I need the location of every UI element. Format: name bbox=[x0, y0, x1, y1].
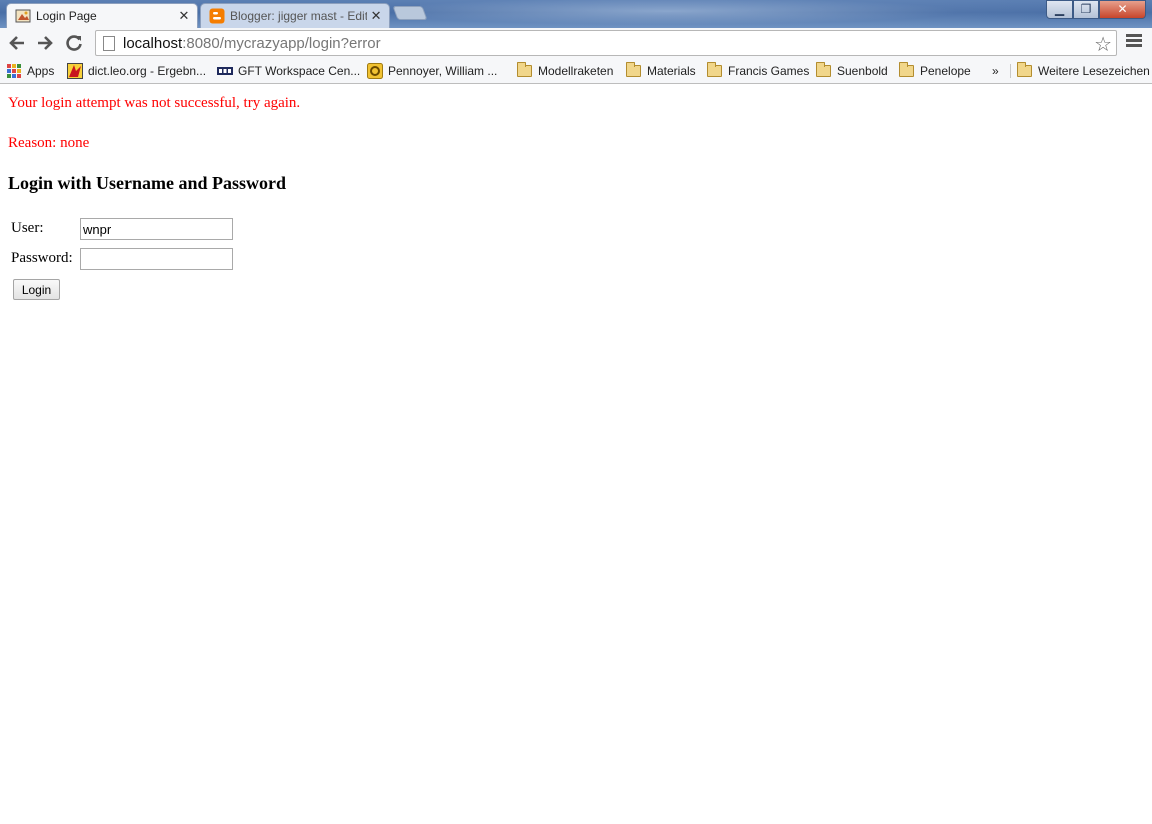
overflow-label: » bbox=[992, 64, 999, 78]
login-page-favicon-icon bbox=[15, 9, 31, 23]
address-bar[interactable]: localhost:8080/mycrazyapp/login?error ☆ bbox=[95, 30, 1117, 56]
bookmark-label: Francis Games bbox=[728, 64, 810, 78]
folder-icon bbox=[626, 62, 641, 77]
bookmark-label: Materials bbox=[647, 64, 696, 78]
titlebar-glow bbox=[420, 0, 1040, 28]
tab-close-icon[interactable]: ✕ bbox=[175, 8, 193, 24]
bookmark-folder-modellraketen[interactable]: Modellraketen bbox=[517, 62, 613, 80]
login-error-message: Your login attempt was not successful, t… bbox=[8, 95, 301, 111]
bookmarks-bar: Apps dict.leo.org - Ergebn... GFT Worksp… bbox=[0, 58, 1152, 84]
tab-blogger[interactable]: Blogger: jigger mast - Edit ✕ bbox=[200, 3, 390, 28]
bookmark-separator bbox=[1010, 64, 1011, 78]
bookmark-label: Weitere Lesezeichen bbox=[1038, 64, 1150, 78]
tab-close-icon[interactable]: ✕ bbox=[367, 8, 385, 24]
bookmark-label: Apps bbox=[27, 64, 55, 78]
bookmark-folder-francis-games[interactable]: Francis Games bbox=[707, 62, 809, 80]
tab-title: Blogger: jigger mast - Edit bbox=[230, 9, 368, 23]
bookmark-label: Pennoyer, William ... bbox=[388, 64, 498, 78]
bookmark-label: Modellraketen bbox=[538, 64, 614, 78]
bookmark-apps[interactable]: Apps bbox=[7, 62, 54, 80]
username-label: User: bbox=[11, 220, 44, 236]
login-error-reason: Reason: none bbox=[8, 135, 90, 151]
bookmark-folder-materials[interactable]: Materials bbox=[626, 62, 696, 80]
restore-icon: ❐ bbox=[1080, 2, 1092, 16]
leo-favicon-icon bbox=[67, 63, 83, 79]
bookmark-star-icon[interactable]: ☆ bbox=[1094, 32, 1112, 57]
page-content: Your login attempt was not successful, t… bbox=[0, 85, 1152, 824]
apps-grid-icon bbox=[7, 64, 21, 78]
outlook-favicon-icon bbox=[367, 63, 383, 79]
password-input[interactable] bbox=[80, 248, 233, 270]
folder-icon bbox=[517, 62, 532, 77]
bookmark-label: Suenbold bbox=[837, 64, 888, 78]
reload-icon[interactable] bbox=[63, 32, 85, 54]
bookmark-leo[interactable]: dict.leo.org - Ergebn... bbox=[67, 62, 206, 80]
window-close-button[interactable]: ✕ bbox=[1099, 0, 1146, 19]
page-title: Login with Username and Password bbox=[8, 173, 287, 193]
new-tab-button[interactable] bbox=[392, 6, 428, 20]
close-icon: ✕ bbox=[1117, 2, 1128, 16]
bookmark-label: GFT Workspace Cen... bbox=[238, 64, 361, 78]
chrome-menu-icon[interactable] bbox=[1126, 34, 1142, 52]
tab-login-page[interactable]: Login Page ✕ bbox=[6, 3, 198, 28]
gft-favicon-icon bbox=[217, 67, 233, 75]
url-host: localhost bbox=[123, 34, 183, 52]
folder-icon bbox=[707, 62, 722, 77]
url-path: :8080/mycrazyapp/login?error bbox=[182, 34, 381, 52]
bookmark-label: Penelope bbox=[920, 64, 971, 78]
bookmark-label: dict.leo.org - Ergebn... bbox=[88, 64, 207, 78]
folder-icon bbox=[899, 62, 914, 77]
bookmark-pennoyer[interactable]: Pennoyer, William ... bbox=[367, 62, 497, 80]
restore-button[interactable]: ❐ bbox=[1073, 0, 1099, 19]
login-button[interactable]: Login bbox=[13, 279, 60, 300]
forward-arrow-icon[interactable] bbox=[34, 32, 56, 54]
page-icon bbox=[103, 35, 115, 51]
folder-icon bbox=[1017, 62, 1032, 77]
bookmarks-overflow-chevron-icon[interactable]: » bbox=[992, 62, 999, 80]
back-arrow-icon[interactable] bbox=[6, 32, 28, 54]
bookmark-folder-penelope[interactable]: Penelope bbox=[899, 62, 971, 80]
bookmark-folder-other[interactable]: Weitere Lesezeichen bbox=[1017, 62, 1150, 80]
password-label: Password: bbox=[11, 250, 73, 266]
window-titlebar: Login Page ✕ Blogger: jigger mast - Edit… bbox=[0, 0, 1152, 28]
bookmark-folder-suenbold[interactable]: Suenbold bbox=[816, 62, 888, 80]
minimize-icon: ▁ bbox=[1054, 2, 1065, 16]
folder-icon bbox=[816, 62, 831, 77]
browser-toolbar: localhost:8080/mycrazyapp/login?error ☆ bbox=[0, 28, 1152, 58]
bookmark-gft[interactable]: GFT Workspace Cen... bbox=[217, 62, 360, 80]
minimize-button[interactable]: ▁ bbox=[1046, 0, 1073, 19]
tab-title: Login Page bbox=[36, 9, 97, 23]
username-input[interactable] bbox=[80, 218, 233, 240]
blogger-favicon-icon bbox=[209, 8, 225, 24]
